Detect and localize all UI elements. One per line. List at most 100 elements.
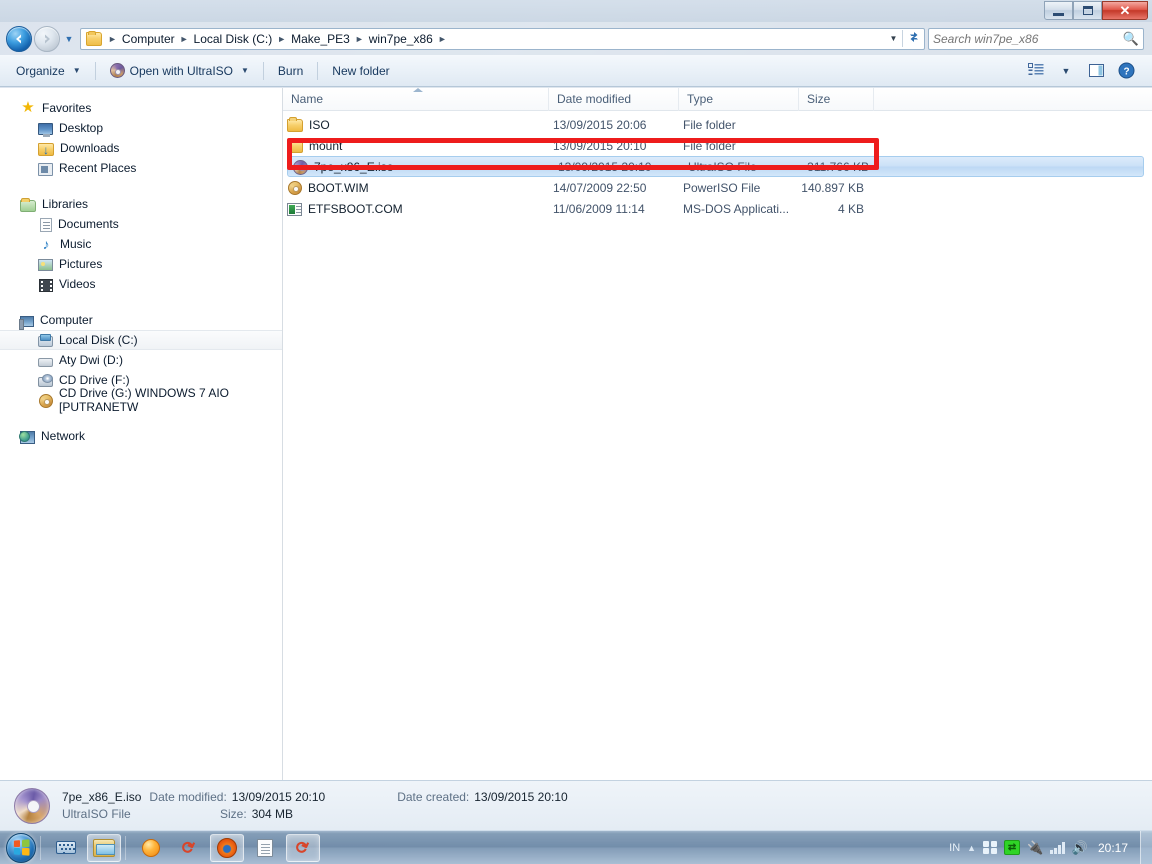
- file-name: 7pe_x86_E.iso: [314, 159, 394, 174]
- open-with-ultraiso-button[interactable]: Open with UltraISO ▼: [100, 59, 259, 83]
- column-header-size[interactable]: Size: [799, 87, 874, 111]
- taskbar-item-windows-explorer[interactable]: [87, 833, 121, 862]
- sidebar-item-videos[interactable]: Videos: [0, 274, 282, 294]
- sidebar-item-libraries[interactable]: Libraries: [0, 194, 282, 214]
- sidebar-item-cd-drive-g[interactable]: CD Drive (G:) WINDOWS 7 AIO [PUTRANETW: [0, 386, 282, 414]
- iso-file-icon: [293, 159, 308, 175]
- file-name-cell: BOOT.WIM: [283, 180, 545, 195]
- burn-button[interactable]: Burn: [268, 59, 313, 83]
- file-date-cell: 13/09/2015 20:10: [558, 159, 652, 174]
- organize-label: Organize: [16, 63, 65, 78]
- back-button[interactable]: [6, 25, 32, 52]
- wim-file-icon: [288, 181, 302, 195]
- network-icon: [19, 430, 35, 444]
- network-transfer-icon[interactable]: ⇄: [1004, 840, 1021, 855]
- table-row[interactable]: mount 13/09/2015 20:10 File folder: [283, 135, 1152, 156]
- sidebar-item-local-disk-c[interactable]: Local Disk (C:): [0, 330, 282, 350]
- sidebar-item-aty-dwi-d[interactable]: Aty Dwi (D:): [0, 350, 282, 370]
- taskbar-item-notepad[interactable]: [248, 834, 282, 862]
- chevron-down-icon: ▼: [72, 66, 81, 75]
- drive-icon: [38, 357, 53, 367]
- title-bar[interactable]: ✕: [0, 0, 1152, 22]
- refresh-icon[interactable]: [902, 30, 924, 47]
- table-row-selected[interactable]: 7pe_x86_E.iso 13/09/2015 20:10 UltraISO …: [287, 156, 1144, 177]
- taskbar-item-orange-app[interactable]: [134, 834, 168, 862]
- harddisk-icon: [38, 334, 53, 347]
- table-row[interactable]: ISO 13/09/2015 20:06 File folder: [283, 114, 1152, 135]
- breadcrumb-separator-icon: ►: [437, 33, 447, 44]
- sidebar-item-favorites[interactable]: ★ Favorites: [0, 98, 282, 118]
- help-button[interactable]: ?: [1112, 59, 1140, 83]
- safely-remove-hardware-icon[interactable]: 🔌: [1027, 841, 1043, 854]
- search-input[interactable]: [933, 31, 1123, 46]
- language-indicator[interactable]: IN: [949, 842, 960, 854]
- clock[interactable]: 20:17: [1098, 841, 1128, 855]
- chevron-down-icon: ▼: [241, 66, 249, 75]
- sidebar-label-network: Network: [41, 429, 86, 443]
- recent-pages-dropdown-icon[interactable]: ▼: [62, 34, 76, 44]
- action-center-icon[interactable]: [983, 841, 998, 854]
- sidebar-item-downloads[interactable]: Downloads: [0, 138, 282, 158]
- sidebar-item-computer[interactable]: Computer: [0, 310, 282, 330]
- minimize-button[interactable]: [1044, 1, 1073, 20]
- show-desktop-button[interactable]: [1140, 830, 1152, 864]
- search-box[interactable]: 🔍: [928, 27, 1144, 50]
- column-header-date-modified[interactable]: Date modified: [549, 87, 679, 111]
- file-type-cell: File folder: [683, 117, 736, 132]
- sidebar-label-desktop: Desktop: [59, 121, 104, 135]
- file-date-cell: 11/06/2009 11:14: [553, 201, 645, 216]
- nav-group-network: Network: [0, 426, 282, 446]
- taskbar-item-firefox[interactable]: [210, 833, 244, 862]
- taskbar-item-ultraiso[interactable]: ⟳: [286, 833, 320, 862]
- details-date-created-label: Date created:: [397, 790, 470, 804]
- network-signal-icon[interactable]: [1050, 841, 1065, 854]
- close-button[interactable]: ✕: [1102, 1, 1148, 20]
- show-hidden-icons-icon[interactable]: ▲: [967, 843, 976, 853]
- sidebar-item-recent-places[interactable]: Recent Places: [0, 158, 282, 178]
- cd-drive-icon: [38, 373, 53, 387]
- volume-icon[interactable]: 🔊: [1072, 841, 1088, 854]
- sidebar-item-desktop[interactable]: Desktop: [0, 118, 282, 138]
- preview-pane-button[interactable]: [1082, 59, 1110, 83]
- breadcrumb-item-win7pe-x86[interactable]: win7pe_x86: [367, 32, 435, 46]
- sidebar-label-downloads: Downloads: [60, 141, 120, 155]
- taskbar-item-on-screen-keyboard[interactable]: [49, 834, 83, 862]
- address-bar[interactable]: ► Computer ► Local Disk (C:) ► Make_PE3 …: [80, 27, 925, 50]
- music-icon: ♪: [42, 236, 50, 252]
- taskbar-divider: [125, 835, 126, 860]
- explorer-folder-icon: [93, 838, 115, 857]
- table-row[interactable]: ETFSBOOT.COM 11/06/2009 11:14 MS-DOS App…: [283, 198, 1152, 219]
- start-button[interactable]: [6, 832, 36, 863]
- videos-icon: [39, 278, 53, 292]
- taskbar-item-powerison-app[interactable]: ⟳: [172, 834, 206, 862]
- organize-button[interactable]: Organize ▼: [6, 59, 91, 83]
- maximize-button[interactable]: [1073, 1, 1102, 20]
- details-date-modified-value: 13/09/2015 20:10: [231, 790, 326, 804]
- sidebar-label-computer: Computer: [40, 313, 93, 327]
- breadcrumb-item-computer[interactable]: Computer: [120, 32, 177, 46]
- sidebar-item-music[interactable]: ♪ Music: [0, 234, 282, 254]
- toolbar-right-group: ▼ ?: [1022, 59, 1146, 83]
- sidebar-item-documents[interactable]: Documents: [0, 214, 282, 234]
- sort-ascending-icon: [413, 87, 423, 92]
- new-folder-button[interactable]: New folder: [322, 59, 399, 83]
- sidebar-item-pictures[interactable]: Pictures: [0, 254, 282, 274]
- change-view-dropdown-icon[interactable]: ▼: [1052, 59, 1080, 83]
- sidebar-item-network[interactable]: Network: [0, 426, 282, 446]
- change-view-button[interactable]: [1022, 59, 1050, 83]
- sidebar-label-videos: Videos: [59, 277, 96, 291]
- forward-button[interactable]: [34, 25, 60, 52]
- breadcrumb-item-local-disk[interactable]: Local Disk (C:): [192, 32, 275, 46]
- column-header-type[interactable]: Type: [679, 87, 799, 111]
- column-header-name[interactable]: Name: [283, 87, 549, 111]
- table-row[interactable]: BOOT.WIM 14/07/2009 22:50 PowerISO File …: [283, 177, 1152, 198]
- details-date-modified-label: Date modified:: [149, 790, 227, 804]
- address-history-dropdown-icon[interactable]: ▼: [885, 34, 902, 43]
- file-list-pane: Name Date modified Type Size ISO 13/09/2…: [283, 87, 1152, 780]
- file-date-cell: 14/07/2009 22:50: [553, 180, 647, 195]
- search-icon[interactable]: 🔍: [1123, 31, 1139, 47]
- breadcrumb-item-make-pe3[interactable]: Make_PE3: [289, 32, 352, 46]
